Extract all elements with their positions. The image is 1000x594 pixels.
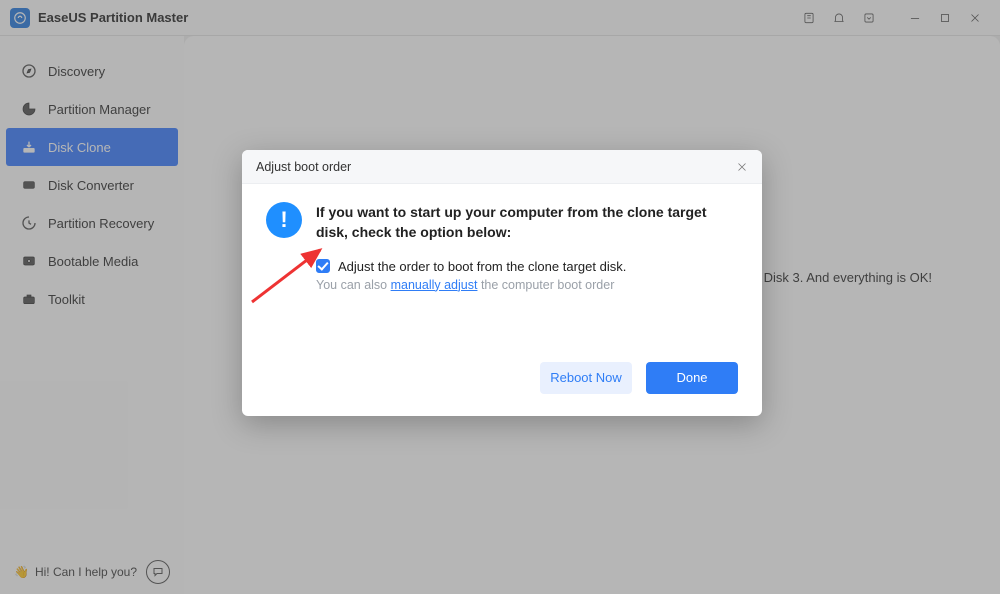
- adjust-boot-order-dialog: Adjust boot order ! If you want to start…: [242, 150, 762, 416]
- dialog-message: If you want to start up your computer fr…: [316, 202, 738, 243]
- reboot-now-button[interactable]: Reboot Now: [540, 362, 632, 394]
- info-icon: !: [266, 202, 302, 238]
- checkbox-label: Adjust the order to boot from the clone …: [338, 259, 626, 274]
- dialog-header: Adjust boot order: [242, 150, 762, 184]
- adjust-boot-order-checkbox[interactable]: Adjust the order to boot from the clone …: [316, 259, 738, 274]
- dialog-title: Adjust boot order: [256, 160, 351, 174]
- dialog-close-button[interactable]: [736, 161, 748, 173]
- manually-adjust-link[interactable]: manually adjust: [391, 278, 478, 292]
- checkbox-input[interactable]: [316, 259, 330, 273]
- dialog-hint: You can also manually adjust the compute…: [242, 274, 762, 292]
- done-button[interactable]: Done: [646, 362, 738, 394]
